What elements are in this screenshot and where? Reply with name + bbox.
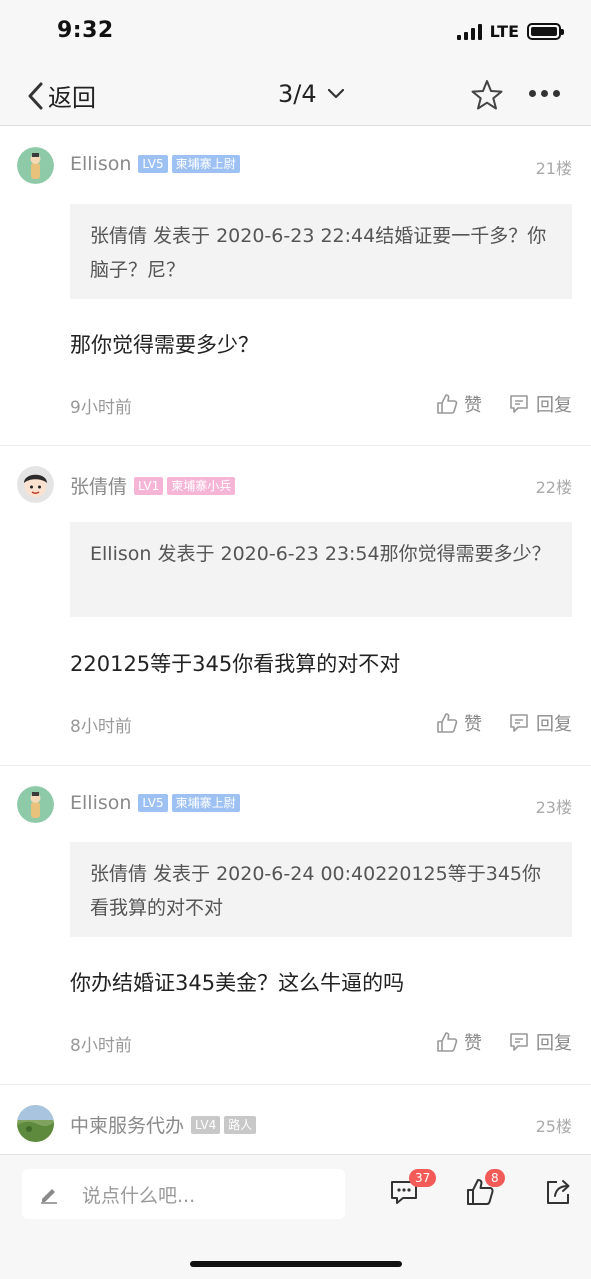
like-label: 赞 bbox=[464, 714, 482, 735]
status-time: 9:32 bbox=[57, 18, 114, 43]
back-button[interactable]: 返回 bbox=[26, 78, 96, 113]
username[interactable]: 中柬服务代办 bbox=[70, 1111, 184, 1138]
reply-icon bbox=[510, 1033, 528, 1051]
reply-icon bbox=[510, 395, 528, 413]
reply-post: 中柬服务代办 LV4 路人 25楼 bbox=[0, 1085, 591, 1154]
thumb-up-icon bbox=[437, 1032, 458, 1052]
reply-label: 回复 bbox=[536, 1033, 572, 1054]
back-label: 返回 bbox=[48, 84, 96, 112]
home-indicator[interactable] bbox=[190, 1261, 402, 1267]
like-post-button[interactable]: 8 bbox=[465, 1169, 505, 1211]
reply-button[interactable]: 回复 bbox=[508, 1029, 572, 1055]
quoted-reply[interactable]: Ellison 发表于 2020-6-23 23:54那你觉得需要多少？ bbox=[70, 522, 572, 617]
like-button[interactable]: 赞 bbox=[436, 1029, 482, 1055]
like-button[interactable]: 赞 bbox=[436, 710, 482, 736]
title-badge: 柬埔寨上尉 bbox=[171, 155, 240, 173]
title-badge: 路人 bbox=[224, 1115, 257, 1134]
battery-icon bbox=[527, 23, 564, 40]
reply-button[interactable]: 回复 bbox=[508, 710, 572, 736]
thumb-up-icon bbox=[437, 713, 458, 733]
title-badge: 柬埔寨上尉 bbox=[171, 794, 240, 812]
user-line: Ellison LV5 柬埔寨上尉 bbox=[70, 792, 240, 814]
share-icon bbox=[547, 1180, 570, 1204]
avatar[interactable] bbox=[17, 147, 54, 184]
page-indicator: 3/4 bbox=[278, 80, 317, 108]
like-count-badge: 8 bbox=[485, 1169, 505, 1187]
post-time: 8小时前 bbox=[70, 717, 132, 737]
comment-count-badge: 37 bbox=[409, 1169, 437, 1187]
level-badge: LV4 bbox=[191, 1115, 221, 1134]
favorite-button[interactable] bbox=[470, 78, 504, 116]
title-badge: 柬埔寨小兵 bbox=[167, 476, 236, 495]
user-line: 中柬服务代办 LV4 路人 bbox=[70, 1111, 257, 1138]
username[interactable]: Ellison bbox=[70, 792, 131, 814]
like-label: 赞 bbox=[464, 1033, 482, 1054]
floor-number: 22楼 bbox=[535, 478, 572, 497]
back-chevron-icon bbox=[28, 82, 43, 109]
reply-content: 那你觉得需要多少？ bbox=[70, 333, 259, 357]
comment-input[interactable]: 说点什么吧... bbox=[22, 1169, 345, 1219]
reply-button[interactable]: 回复 bbox=[508, 391, 572, 417]
reply-label: 回复 bbox=[536, 395, 572, 416]
level-badge: LV5 bbox=[138, 155, 168, 173]
signal-icon bbox=[456, 23, 482, 40]
thumb-up-icon bbox=[437, 394, 458, 414]
like-button[interactable]: 赞 bbox=[436, 391, 482, 417]
page-selector[interactable]: 3/4 bbox=[278, 80, 345, 108]
avatar[interactable] bbox=[17, 1105, 54, 1142]
reply-label: 回复 bbox=[536, 714, 572, 735]
more-icon[interactable] bbox=[529, 90, 560, 97]
reply-content: 220125等于345你看我算的对不对 bbox=[70, 652, 401, 676]
post-actions: 赞 回复 bbox=[436, 1029, 572, 1055]
user-line: Ellison LV5 柬埔寨上尉 bbox=[70, 153, 240, 175]
floor-number: 23楼 bbox=[535, 798, 572, 817]
avatar[interactable] bbox=[17, 466, 54, 503]
nav-bar: 返回 3/4 bbox=[0, 64, 591, 126]
level-badge: LV1 bbox=[134, 476, 164, 495]
post-actions: 赞 回复 bbox=[436, 710, 572, 736]
floor-number: 21楼 bbox=[535, 159, 572, 178]
bottom-bar: 说点什么吧... 37 8 bbox=[0, 1154, 591, 1279]
reply-post: 张倩倩 LV1 柬埔寨小兵 22楼 Ellison 发表于 2020-6-23 … bbox=[0, 446, 591, 766]
quoted-reply[interactable]: 张倩倩 发表于 2020-6-24 00:40220125等于345你看我算的对… bbox=[70, 842, 572, 937]
user-line: 张倩倩 LV1 柬埔寨小兵 bbox=[70, 472, 236, 499]
reply-icon bbox=[510, 714, 528, 732]
reply-feed: Ellison LV5 柬埔寨上尉 21楼 张倩倩 发表于 2020-6-23 … bbox=[0, 127, 591, 1154]
reply-post: Ellison LV5 柬埔寨上尉 23楼 张倩倩 发表于 2020-6-24 … bbox=[0, 766, 591, 1085]
reply-content: 你办结婚证345美金？这么牛逼的吗 bbox=[70, 971, 405, 995]
reply-post: Ellison LV5 柬埔寨上尉 21楼 张倩倩 发表于 2020-6-23 … bbox=[0, 127, 591, 446]
star-icon bbox=[471, 80, 503, 110]
dropdown-chevron-icon bbox=[327, 88, 344, 99]
post-time: 9小时前 bbox=[70, 398, 132, 418]
comment-placeholder: 说点什么吧... bbox=[82, 1184, 196, 1207]
pen-icon bbox=[41, 1189, 57, 1204]
level-badge: LV5 bbox=[138, 794, 168, 812]
post-actions: 赞 回复 bbox=[436, 391, 572, 417]
post-time: 8小时前 bbox=[70, 1036, 132, 1056]
like-label: 赞 bbox=[464, 395, 482, 416]
status-indicators: LTE bbox=[456, 22, 564, 41]
username[interactable]: Ellison bbox=[70, 153, 131, 175]
floor-number: 25楼 bbox=[535, 1117, 572, 1136]
username[interactable]: 张倩倩 bbox=[70, 472, 127, 499]
network-label: LTE bbox=[489, 22, 519, 41]
quoted-reply[interactable]: 张倩倩 发表于 2020-6-23 22:44结婚证要一千多？你脑子？尼？ bbox=[70, 204, 572, 299]
share-button[interactable] bbox=[543, 1177, 573, 1211]
status-bar: 9:32 LTE bbox=[0, 0, 591, 64]
avatar[interactable] bbox=[17, 786, 54, 823]
comments-button[interactable]: 37 bbox=[389, 1169, 437, 1211]
